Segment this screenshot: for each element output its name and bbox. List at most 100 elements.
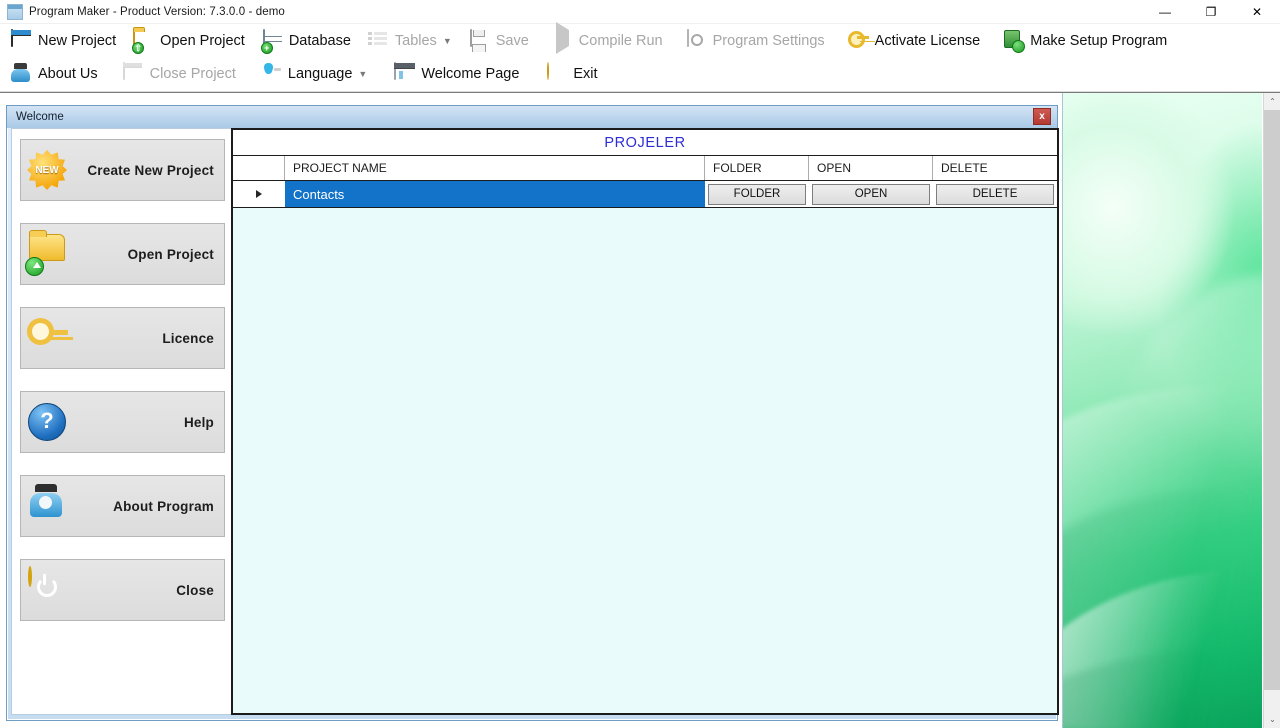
open-button[interactable]: OPEN <box>812 183 930 205</box>
main-toolbar: New Project ⇧ Open Project + Database Ta… <box>0 21 1280 92</box>
mdi-client-area: ⌃ ⌄ Welcome x NEW Create New Project Ope… <box>0 92 1280 728</box>
toolbar-database[interactable]: + Database <box>257 27 359 55</box>
delete-button[interactable]: DELETE <box>936 183 1054 205</box>
projects-grid-empty-area <box>233 208 1057 713</box>
open-folder-icon <box>25 232 71 276</box>
key-icon <box>848 30 870 52</box>
scroll-up-button[interactable]: ⌃ <box>1264 93 1280 110</box>
welcome-window-title: Welcome <box>16 111 64 123</box>
minimize-button[interactable]: — <box>1142 0 1188 24</box>
column-header-indicator <box>233 156 285 180</box>
sidebar-item-open-project[interactable]: Open Project <box>20 223 225 285</box>
toolbar-close-project-label: Close Project <box>149 65 236 82</box>
toolbar-tables-label: Tables <box>394 32 437 49</box>
welcome-window-titlebar[interactable]: Welcome x <box>7 106 1057 128</box>
scrollbar-thumb[interactable] <box>1264 110 1280 690</box>
toolbar-row-1: New Project ⇧ Open Project + Database Ta… <box>0 21 1280 57</box>
about-us-person-icon <box>11 63 33 85</box>
scroll-down-button[interactable]: ⌄ <box>1264 711 1280 728</box>
power-icon <box>27 566 71 612</box>
sidebar-item-licence[interactable]: Licence <box>20 307 225 369</box>
maximize-button[interactable]: ❐ <box>1188 0 1234 24</box>
toolbar-save[interactable]: Save <box>464 27 537 55</box>
toolbar-about-us-label: About Us <box>38 65 98 82</box>
column-header-folder[interactable]: FOLDER <box>705 156 809 180</box>
language-icon <box>261 63 283 85</box>
toolbar-about-us[interactable]: About Us <box>6 60 106 88</box>
sidebar-item-create-new-project-label: Create New Project <box>87 162 214 178</box>
open-folder-icon: ⇧ <box>132 28 155 54</box>
projects-pane: PROJELER PROJECT NAME FOLDER OPEN DELETE <box>231 128 1059 715</box>
row-indicator-cell <box>233 181 285 207</box>
toolbar-activate-license[interactable]: Activate License <box>843 27 989 55</box>
toolbar-activate-license-label: Activate License <box>874 32 981 49</box>
column-header-delete[interactable]: DELETE <box>933 156 1057 180</box>
people-icon <box>27 484 71 528</box>
chevron-down-icon: ▼ <box>358 68 368 79</box>
toolbar-row-2: About Us Close Project Language ▼ Welcom… <box>0 57 1280 90</box>
close-project-icon <box>122 61 145 85</box>
toolbar-exit[interactable]: Exit <box>541 60 605 88</box>
toolbar-program-settings[interactable]: Program Settings <box>681 27 833 55</box>
sidebar-item-help-label: Help <box>183 414 214 430</box>
toolbar-language-label: Language <box>287 65 353 82</box>
toolbar-save-label: Save <box>495 32 529 49</box>
welcome-window-close-button[interactable]: x <box>1033 108 1051 125</box>
welcome-sidebar: NEW Create New Project Open Project Lice… <box>11 128 231 715</box>
new-project-icon <box>11 28 33 52</box>
toolbar-welcome-page-label: Welcome Page <box>421 65 520 82</box>
projects-heading: PROJELER <box>233 130 1057 156</box>
toolbar-language[interactable]: Language ▼ <box>256 60 375 88</box>
sidebar-item-help[interactable]: ? Help <box>20 391 225 453</box>
sidebar-item-create-new-project[interactable]: NEW Create New Project <box>20 139 225 201</box>
sidebar-item-close-label: Close <box>176 582 214 598</box>
help-question-icon: ? <box>27 400 71 444</box>
toolbar-program-settings-label: Program Settings <box>712 32 825 49</box>
table-row[interactable]: Contacts FOLDER OPEN DELETE <box>233 181 1057 208</box>
decorative-green-background <box>1062 93 1262 728</box>
welcome-page-icon <box>394 61 416 85</box>
projects-grid: PROJECT NAME FOLDER OPEN DELETE Contacts… <box>233 156 1057 208</box>
cell-project-name[interactable]: Contacts <box>285 181 705 207</box>
toolbar-open-project-label: Open Project <box>160 32 245 49</box>
application-title: Program Maker - Product Version: 7.3.0.0… <box>29 5 285 18</box>
vertical-scrollbar[interactable]: ⌃ ⌄ <box>1263 93 1280 728</box>
toolbar-exit-label: Exit <box>573 65 598 82</box>
sidebar-item-close[interactable]: Close <box>20 559 225 621</box>
toolbar-new-project-label: New Project <box>38 32 117 49</box>
toolbar-compile-run[interactable]: Compile Run <box>547 21 671 55</box>
tables-list-icon <box>367 30 390 52</box>
save-floppy-icon <box>469 28 491 52</box>
settings-gear-icon <box>686 28 708 52</box>
power-exit-icon <box>546 61 568 85</box>
chevron-down-icon: ▼ <box>442 35 452 46</box>
toolbar-compile-run-label: Compile Run <box>578 32 663 49</box>
new-starburst-icon: NEW <box>27 148 71 192</box>
cell-delete: DELETE <box>933 181 1057 207</box>
toolbar-database-label: Database <box>288 32 351 49</box>
toolbar-make-setup-program[interactable]: Make Setup Program <box>998 27 1175 55</box>
toolbar-open-project[interactable]: ⇧ Open Project <box>128 27 253 55</box>
toolbar-tables[interactable]: Tables ▼ <box>363 27 460 55</box>
database-icon: + <box>260 28 284 54</box>
sidebar-item-open-project-label: Open Project <box>127 246 214 262</box>
toolbar-welcome-page[interactable]: Welcome Page <box>389 60 527 88</box>
toolbar-new-project[interactable]: New Project <box>6 27 124 55</box>
sidebar-item-about-program[interactable]: About Program <box>20 475 225 537</box>
projects-grid-header: PROJECT NAME FOLDER OPEN DELETE <box>233 156 1057 181</box>
folder-button[interactable]: FOLDER <box>708 183 806 205</box>
sidebar-item-about-program-label: About Program <box>113 498 214 514</box>
close-button[interactable]: ✕ <box>1234 0 1280 24</box>
setup-package-icon <box>1003 30 1025 52</box>
column-header-open[interactable]: OPEN <box>809 156 933 180</box>
application-window-icon <box>7 3 23 20</box>
row-selector-arrow-icon <box>256 190 262 198</box>
column-header-project-name[interactable]: PROJECT NAME <box>285 156 705 180</box>
welcome-window: Welcome x NEW Create New Project Open Pr… <box>6 105 1059 721</box>
new-badge-label: NEW <box>35 164 59 176</box>
welcome-window-body: NEW Create New Project Open Project Lice… <box>11 128 1059 715</box>
cell-open: OPEN <box>809 181 933 207</box>
window-controls: — ❐ ✕ <box>1142 0 1280 24</box>
toolbar-close-project[interactable]: Close Project <box>118 60 244 88</box>
key-icon <box>27 316 71 360</box>
